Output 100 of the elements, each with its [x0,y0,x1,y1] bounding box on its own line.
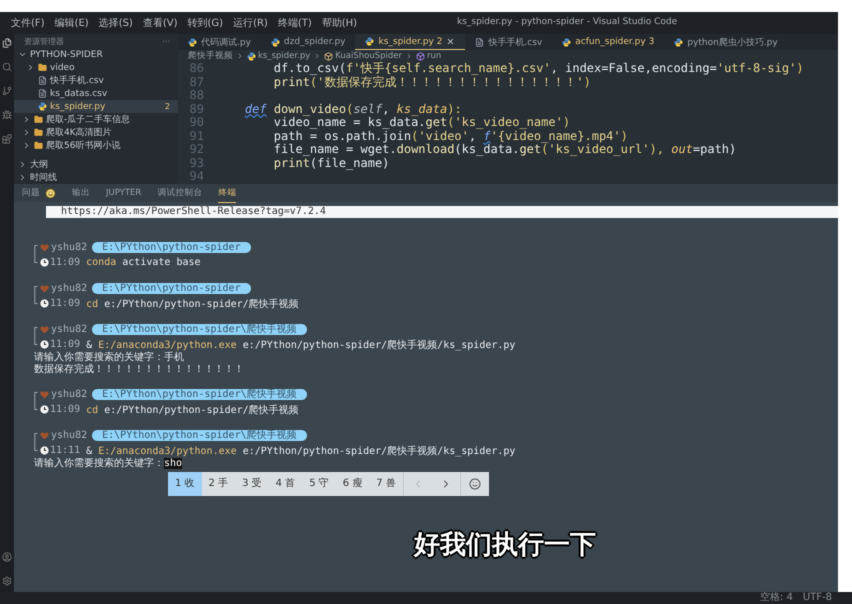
folder-icon [38,63,47,72]
line-number: 87 [188,76,205,89]
breadcrumb-item[interactable]: 爬快手视频 [188,50,233,62]
method-icon [416,52,426,60]
prompt-user: yshu82 [51,324,88,335]
clock-icon [40,258,49,267]
editor-tab[interactable]: 快手手机.csv [465,34,552,50]
clock-icon [40,340,49,349]
more-actions[interactable]: ··· [162,36,170,46]
terminal-command: cd e:/PYthon/python-spider/爬快手视频 [85,404,299,416]
search-icon[interactable] [2,62,12,72]
ime-candidate[interactable]: 2 手 [202,472,236,496]
file-item[interactable]: 快手手机.csv [14,74,178,87]
menu-item[interactable]: 运行(R) [228,16,273,30]
python-icon [674,38,684,46]
folder-icon [34,115,43,124]
ime-candidate[interactable]: 1 收 [168,472,202,496]
status-item[interactable]: UTF-8 [802,592,832,604]
terminal-output: 数据保存完成！！！！！！！！！！！！！！！ [34,364,244,375]
status-item[interactable]: 空格: 4 [760,592,793,604]
folder-item[interactable]: 爬取4K高清图片 [14,126,178,139]
file-icon [38,76,47,85]
menu-item[interactable]: 终端(T) [272,16,317,30]
editor-tab[interactable]: 代码调试.py [178,34,261,50]
python-icon [188,38,197,46]
python-icon [365,37,374,46]
heart-icon [40,284,49,292]
close-icon[interactable] [446,37,456,46]
project-section[interactable]: PYTHON-SPIDER [14,48,178,61]
ime-candidate[interactable]: 6 瘦 [336,472,370,496]
bracket-icon [34,327,38,345]
python-icon [247,52,256,60]
bracket-icon [34,245,38,263]
bug-icon[interactable] [2,110,12,120]
prompt-user: yshu82 [51,283,88,294]
branch-icon[interactable] [2,86,12,96]
prompt-user: yshu82 [51,389,88,400]
folder-item[interactable]: video [14,61,178,74]
menu-item[interactable]: 转到(G) [182,16,228,30]
terminal-command: conda activate base [85,257,201,268]
breadcrumb-item[interactable]: KuaiShouSpider [324,51,402,61]
prompt-path: E:\PYthon\python-spider [92,283,251,294]
code-line: def down_video(self, ks_data): [244,102,462,116]
panel-tab[interactable]: 终端 [218,184,236,202]
menu-item[interactable]: 帮助(H) [316,16,362,30]
menu-item[interactable]: 查看(V) [138,16,182,30]
folder-item[interactable]: 爬取-瓜子二手车信息 [14,113,178,126]
code-line: path = os.path.join('video', f'{video_name}.mp4') [272,130,628,143]
line-number: 89 [188,102,205,116]
python-icon [38,102,47,111]
prompt-path: E:\PYthon\python-spider\爬快手视频 [92,324,307,335]
settings-icon[interactable] [2,576,12,586]
clock-icon [40,446,49,455]
ime-candidate[interactable]: 7 兽 [369,472,403,496]
editor-tab[interactable]: python爬虫小技巧.py [664,34,788,50]
section-header[interactable]: 大纲 [14,158,178,171]
panel-tab[interactable]: JUPYTER [106,184,142,202]
window-title: ks_spider.py - python-spider - Visual Studio Code [457,17,678,27]
menu-item[interactable]: 文件(F) [6,16,50,30]
menu-item[interactable]: 编辑(E) [50,16,94,30]
video-subtitle: 好我们执行一下 [414,529,596,562]
menu-item[interactable]: 选择(S) [94,16,138,30]
class-icon [324,52,334,60]
line-number: 94 [188,170,205,184]
folder-item[interactable]: 爬取56听书网小说 [14,139,178,152]
terminal-output: 请输入你需要搜索的关键字：手机 [34,352,184,363]
editor-tab[interactable]: acfun_spider.py 3 [552,34,664,50]
panel-tab[interactable]: 调试控制台 [157,184,202,202]
explorer-title: 资源管理器 [24,36,64,46]
code-line: df.to_csv(f'快手{self.search_name}.csv', index=False,encoding='utf-8-sig') [272,62,804,76]
code-line: print(file_name) [272,156,390,170]
extensions-icon[interactable] [2,134,12,144]
editor-tab[interactable]: ks_spider.py 2 [355,34,466,50]
section-header[interactable]: 时间线 [14,171,178,184]
breadcrumb-item[interactable]: ks_spider.py [247,51,310,61]
ime-candidate[interactable]: 4 首 [268,472,302,496]
line-number: 92 [188,143,205,156]
ime-candidate[interactable]: 3 受 [235,472,269,496]
terminal-command: & E:/anaconda3/python.exe e:/PYthon/python-spider/爬快手视频/ks_spider.py [85,338,516,352]
heart-icon [40,390,49,398]
line-number: 88 [188,89,205,102]
file-item[interactable]: ks_spider.py 2 [14,100,178,113]
code-line: print('数据保存完成！！！！！！！！！！！！！！！') [272,76,591,89]
emoji-icon[interactable] [468,478,481,490]
ime-candidate[interactable]: 5 守 [302,472,336,496]
heart-icon [40,432,49,440]
breadcrumb-item[interactable]: run [416,51,442,61]
files-icon[interactable] [2,38,12,48]
panel-tab[interactable]: 问题 [22,184,40,202]
terminal-command: cd e:/PYthon/python-spider/爬快手视频 [85,298,299,310]
prompt-user: yshu82 [51,430,88,441]
bracket-icon [34,286,38,304]
prompt-user: yshu82 [51,242,88,253]
editor-tab[interactable]: dzd_spider.py [260,34,356,50]
prompt-time: 11:09 [50,404,80,415]
separator-icon [236,52,244,60]
account-icon[interactable] [2,552,12,562]
panel-tab[interactable]: 输出 [72,184,90,202]
bracket-icon [34,433,38,451]
file-item[interactable]: ks_datas.csv [14,87,178,100]
